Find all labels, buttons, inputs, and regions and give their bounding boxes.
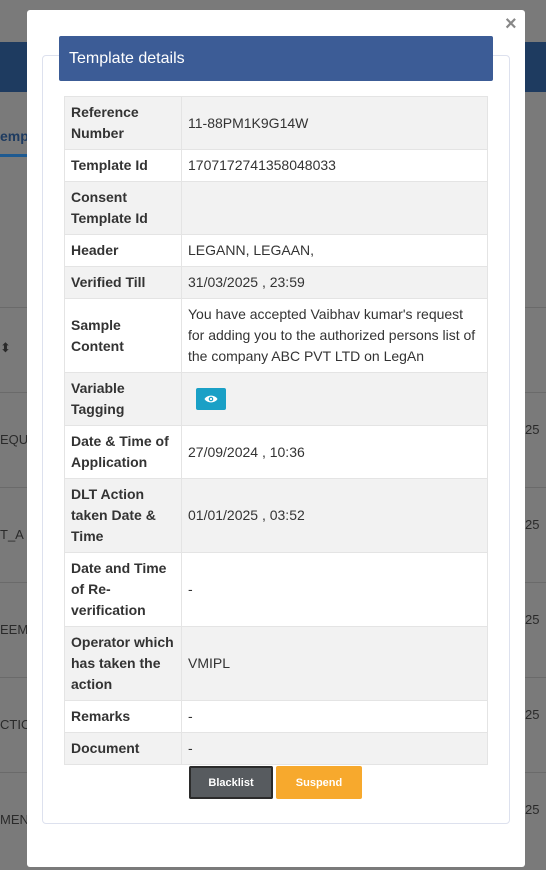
eye-icon (204, 395, 218, 403)
table-row: Remarks - (64, 700, 488, 733)
row-label: Verified Till (64, 266, 182, 299)
background-row-text-right: 25 (525, 517, 540, 532)
row-value: - (181, 700, 488, 733)
table-row: Date & Time of Application 27/09/2024 , … (64, 425, 488, 479)
row-label: Reference Number (64, 96, 182, 150)
row-label: Date & Time of Application (64, 425, 182, 479)
template-details-modal: × Template details Reference Number 11-8… (27, 10, 525, 867)
row-label: Variable Tagging (64, 372, 182, 426)
row-value: 1707172741358048033 (181, 149, 488, 182)
table-row: Header LEGANN, LEGAAN, (64, 234, 488, 267)
background-row-text: MEN (0, 812, 29, 827)
row-value: 11-88PM1K9G14W (181, 96, 488, 150)
row-label: Date and Time of Re-verification (64, 552, 182, 627)
row-value: You have accepted Vaibhav kumar's reques… (181, 298, 488, 373)
row-label: Consent Template Id (64, 181, 182, 235)
table-row: Date and Time of Re-verification - (64, 552, 488, 627)
details-table: Reference Number 11-88PM1K9G14W Template… (64, 96, 488, 765)
table-row: Operator which has taken the action VMIP… (64, 626, 488, 701)
background-sort-icon: ⬍ (0, 340, 11, 355)
blacklist-button[interactable]: Blacklist (189, 766, 273, 799)
view-variables-button[interactable] (196, 388, 226, 411)
close-icon[interactable]: × (505, 14, 517, 34)
row-value: 01/01/2025 , 03:52 (181, 478, 488, 553)
row-value: - (181, 732, 488, 765)
background-row-text-right: 25 (525, 612, 540, 627)
table-row: Variable Tagging (64, 372, 488, 426)
table-row: Consent Template Id (64, 181, 488, 235)
row-value: LEGANN, LEGAAN, (181, 234, 488, 267)
background-row-text-right: 25 (525, 422, 540, 437)
row-value: 31/03/2025 , 23:59 (181, 266, 488, 299)
table-row: Reference Number 11-88PM1K9G14W (64, 96, 488, 150)
row-label: Remarks (64, 700, 182, 733)
row-label: Template Id (64, 149, 182, 182)
row-label: Header (64, 234, 182, 267)
row-label: Operator which has taken the action (64, 626, 182, 701)
background-row-text: T_A (0, 527, 24, 542)
row-value (181, 372, 488, 426)
table-row: Sample Content You have accepted Vaibhav… (64, 298, 488, 373)
row-value: 27/09/2024 , 10:36 (181, 425, 488, 479)
modal-title: Template details (59, 36, 493, 81)
table-row: Verified Till 31/03/2025 , 23:59 (64, 266, 488, 299)
table-row: DLT Action taken Date & Time 01/01/2025 … (64, 478, 488, 553)
row-label: Document (64, 732, 182, 765)
suspend-button[interactable]: Suspend (276, 766, 362, 799)
table-row: Template Id 1707172741358048033 (64, 149, 488, 182)
background-row-text-right: 25 (525, 802, 540, 817)
background-row-text-right: 25 (525, 707, 540, 722)
row-label: DLT Action taken Date & Time (64, 478, 182, 553)
table-row: Document - (64, 732, 488, 765)
background-tab[interactable]: emp (0, 118, 30, 157)
row-label: Sample Content (64, 298, 182, 373)
row-value: VMIPL (181, 626, 488, 701)
row-value (181, 181, 488, 235)
row-value: - (181, 552, 488, 627)
